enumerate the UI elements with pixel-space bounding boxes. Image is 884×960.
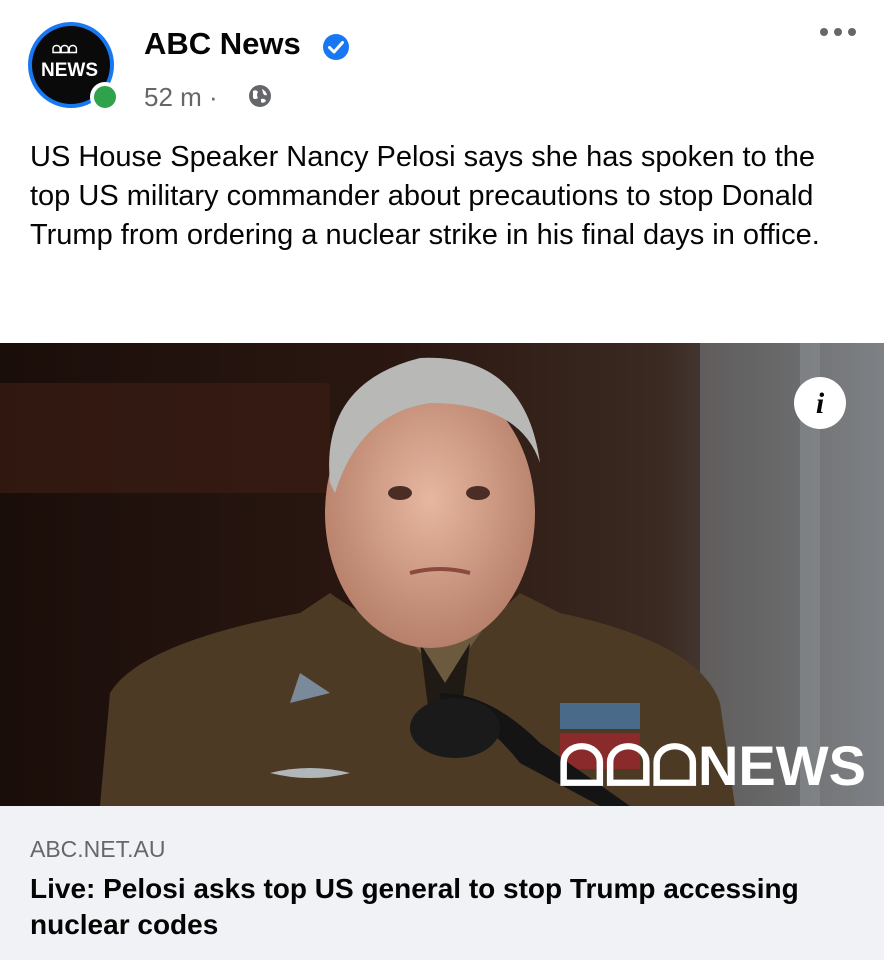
globe-icon[interactable] <box>246 82 274 110</box>
abc-logo-mark: ᗝᗝᗝ <box>52 44 77 56</box>
page-avatar[interactable]: ᗝᗝᗝ NEWS <box>26 18 126 112</box>
link-domain: ABC.NET.AU <box>30 836 166 862</box>
post-timestamp[interactable]: 52 m · <box>144 82 218 113</box>
info-icon[interactable]: i <box>794 377 846 429</box>
page-name-link[interactable]: ABC News <box>144 26 301 62</box>
link-preview[interactable]: ABC.NET.AU Live: Pelosi asks top US gene… <box>0 806 884 960</box>
avatar-news-text: NEWS <box>41 60 98 81</box>
info-icon-glyph: i <box>816 387 825 420</box>
more-options-icon[interactable] <box>818 24 858 40</box>
post-image[interactable]: i ᗝᗝᗝNEWS <box>0 343 884 806</box>
post-header: ᗝᗝᗝ NEWS ABC News 52 m · <box>0 0 884 130</box>
online-status-dot <box>90 82 120 112</box>
abc-news-watermark: ᗝᗝᗝNEWS <box>559 734 866 797</box>
link-headline: Live: Pelosi asks top US general to stop… <box>30 873 799 940</box>
post-caption: US House Speaker Nancy Pelosi says she h… <box>30 141 820 251</box>
verified-badge-icon <box>323 34 349 60</box>
